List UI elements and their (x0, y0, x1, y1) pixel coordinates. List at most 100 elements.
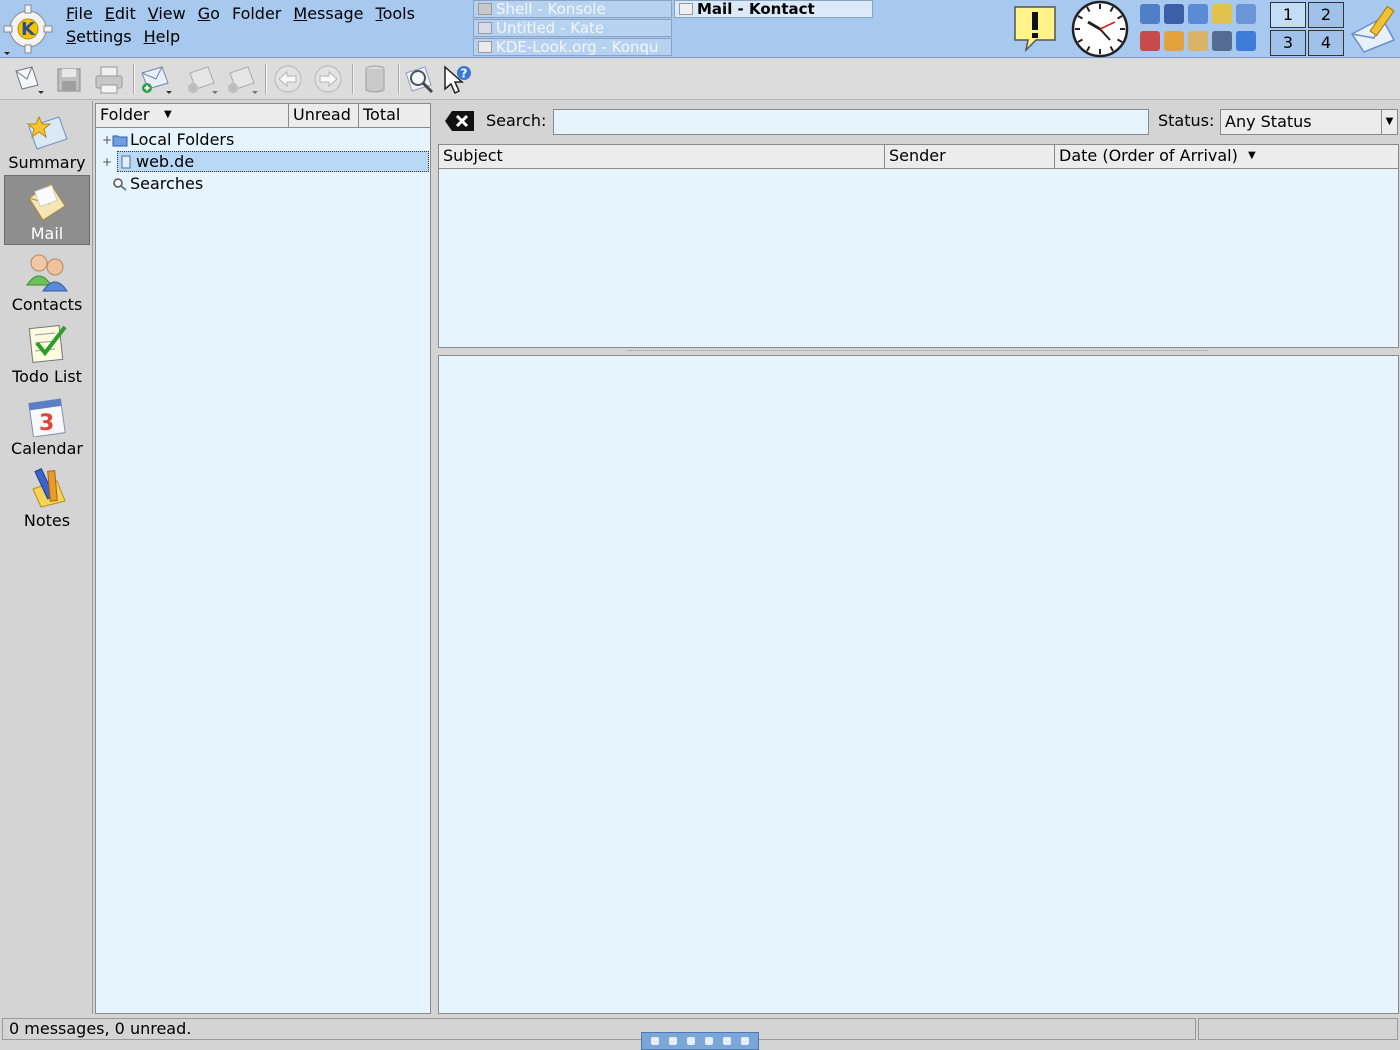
forward-icon (228, 66, 258, 94)
search-input[interactable] (553, 109, 1149, 135)
trash-button[interactable] (358, 63, 392, 95)
task-konqueror[interactable]: KDE-Look.org - Konqu (473, 38, 672, 56)
mail-icon (28, 183, 66, 221)
vertical-splitter[interactable] (431, 103, 437, 1014)
notification-icon[interactable] (1012, 4, 1058, 53)
kde-gear-icon: K (3, 4, 53, 55)
menu-message[interactable]: Message (287, 4, 369, 23)
mini-browser-icon[interactable] (687, 1037, 695, 1045)
task-label: KDE-Look.org - Konqu (496, 38, 659, 56)
horizontal-splitter[interactable] (438, 348, 1399, 355)
print-button[interactable] (92, 63, 126, 95)
kate-icon (478, 22, 492, 34)
task-label: Shell - Konsole (496, 0, 606, 18)
menu-edit[interactable]: Edit (99, 4, 142, 23)
whats-this-icon: ? (444, 65, 471, 95)
mini-home-icon[interactable] (669, 1037, 677, 1045)
menu-tools[interactable]: Tools (370, 4, 421, 23)
notes-icon (32, 468, 66, 508)
menu-file[interactable]: File (60, 4, 99, 23)
menu-view[interactable]: View (142, 4, 192, 23)
download-icon[interactable] (1236, 31, 1256, 51)
device-icon[interactable] (1164, 4, 1184, 24)
kontact-task-icon (679, 3, 693, 15)
task-label: Untitled - Kate (496, 19, 605, 37)
folder-tree: Folder ▼ Unread Total + Local Folders we… (95, 103, 431, 1014)
new-message-button[interactable] (10, 63, 44, 95)
new-document-icon (15, 66, 44, 94)
kde-menu-button[interactable]: K (2, 2, 54, 56)
calendar-icon: 3 (28, 398, 66, 437)
forward-arrow-icon (314, 65, 342, 93)
folder-item-searches[interactable]: Searches (112, 173, 427, 194)
volume-icon[interactable] (1188, 4, 1208, 24)
desktop-3[interactable]: 3 (1270, 30, 1306, 56)
message-list[interactable]: Subject Sender Date (Order of Arrival) ▼ (438, 144, 1399, 348)
reply-button[interactable] (184, 63, 218, 95)
desktop-pager: 1 2 3 4 (1270, 2, 1346, 56)
forward-nav-button[interactable] (311, 63, 345, 95)
clear-search-button[interactable] (444, 109, 476, 133)
expand-icon[interactable]: + (102, 130, 112, 150)
folder-label: Searches (130, 173, 204, 193)
network-disconnect-icon[interactable] (1140, 31, 1160, 51)
menu-folder[interactable]: Folder (226, 4, 287, 23)
desktop-2[interactable]: 2 (1308, 2, 1344, 28)
column-header-total[interactable]: Total (359, 104, 430, 128)
find-messages-button[interactable] (403, 63, 437, 95)
message-reader-pane[interactable] (438, 355, 1399, 1014)
save-button[interactable] (52, 63, 86, 95)
check-mail-button[interactable] (138, 63, 172, 95)
keys-icon[interactable] (1212, 4, 1232, 24)
summary-icon (26, 115, 68, 150)
sidebar-item-notes[interactable]: Notes (4, 463, 90, 533)
task-kontact[interactable]: Mail - Kontact (674, 0, 873, 18)
folder-item-local-folders[interactable]: + Local Folders (102, 129, 427, 150)
sidebar-item-summary[interactable]: Summary (4, 107, 90, 177)
whats-this-button[interactable]: ? (441, 63, 475, 95)
column-header-date[interactable]: Date (Order of Arrival) ▼ (1055, 145, 1398, 169)
trash-icon (365, 65, 385, 93)
forward-button[interactable] (224, 63, 258, 95)
menu-settings[interactable]: Settings (60, 27, 138, 46)
klipper-icon[interactable] (1164, 31, 1184, 51)
sidebar-item-label: Notes (23, 511, 71, 530)
todo-icon (28, 324, 67, 364)
sidebar-item-calendar[interactable]: 3 Calendar (4, 391, 90, 461)
speaker-icon[interactable] (1212, 31, 1232, 51)
main-toolbar: ? (0, 58, 1400, 100)
column-header-folder[interactable]: Folder ▼ (96, 104, 289, 128)
expand-icon[interactable]: + (102, 155, 112, 169)
header-label: Date (Order of Arrival) (1059, 146, 1238, 165)
mini-help-icon[interactable] (705, 1037, 713, 1045)
sidebar-item-todo[interactable]: Todo List (4, 319, 90, 389)
user-icon[interactable] (1188, 31, 1208, 51)
kontact-app-icon[interactable] (1348, 4, 1398, 54)
sidebar-item-contacts[interactable]: Contacts (4, 247, 90, 317)
column-header-sender[interactable]: Sender (885, 145, 1055, 169)
column-header-subject[interactable]: Subject (439, 145, 885, 169)
check-mail-icon (141, 66, 172, 94)
clock-icon[interactable] (1070, 0, 1130, 58)
folder-icon (112, 135, 128, 146)
mini-terminal-icon[interactable] (723, 1037, 731, 1045)
task-kate[interactable]: Untitled - Kate (473, 19, 672, 37)
network-icon[interactable] (1140, 4, 1160, 24)
task-konsole[interactable]: Shell - Konsole (473, 0, 672, 18)
desktop-4[interactable]: 4 (1308, 30, 1344, 56)
menu-go[interactable]: Go (192, 4, 226, 23)
mini-desktop-icon[interactable] (741, 1037, 749, 1045)
header-label: Folder (100, 105, 150, 124)
column-header-unread[interactable]: Unread (289, 104, 359, 128)
desktop-1[interactable]: 1 (1270, 2, 1306, 28)
status-extra-field (1198, 1018, 1398, 1040)
back-button[interactable] (271, 63, 305, 95)
status-dropdown[interactable]: Any Status ▼ (1220, 109, 1398, 135)
find-icon (405, 66, 434, 94)
mini-kmenu-icon[interactable] (651, 1037, 659, 1045)
folder-item-web-de[interactable]: web.de (117, 151, 429, 172)
sidebar-item-mail[interactable]: Mail (4, 175, 90, 245)
status-label: Status: (1158, 111, 1215, 130)
menu-help[interactable]: Help (138, 27, 186, 46)
window-list-icon[interactable] (1236, 4, 1256, 24)
